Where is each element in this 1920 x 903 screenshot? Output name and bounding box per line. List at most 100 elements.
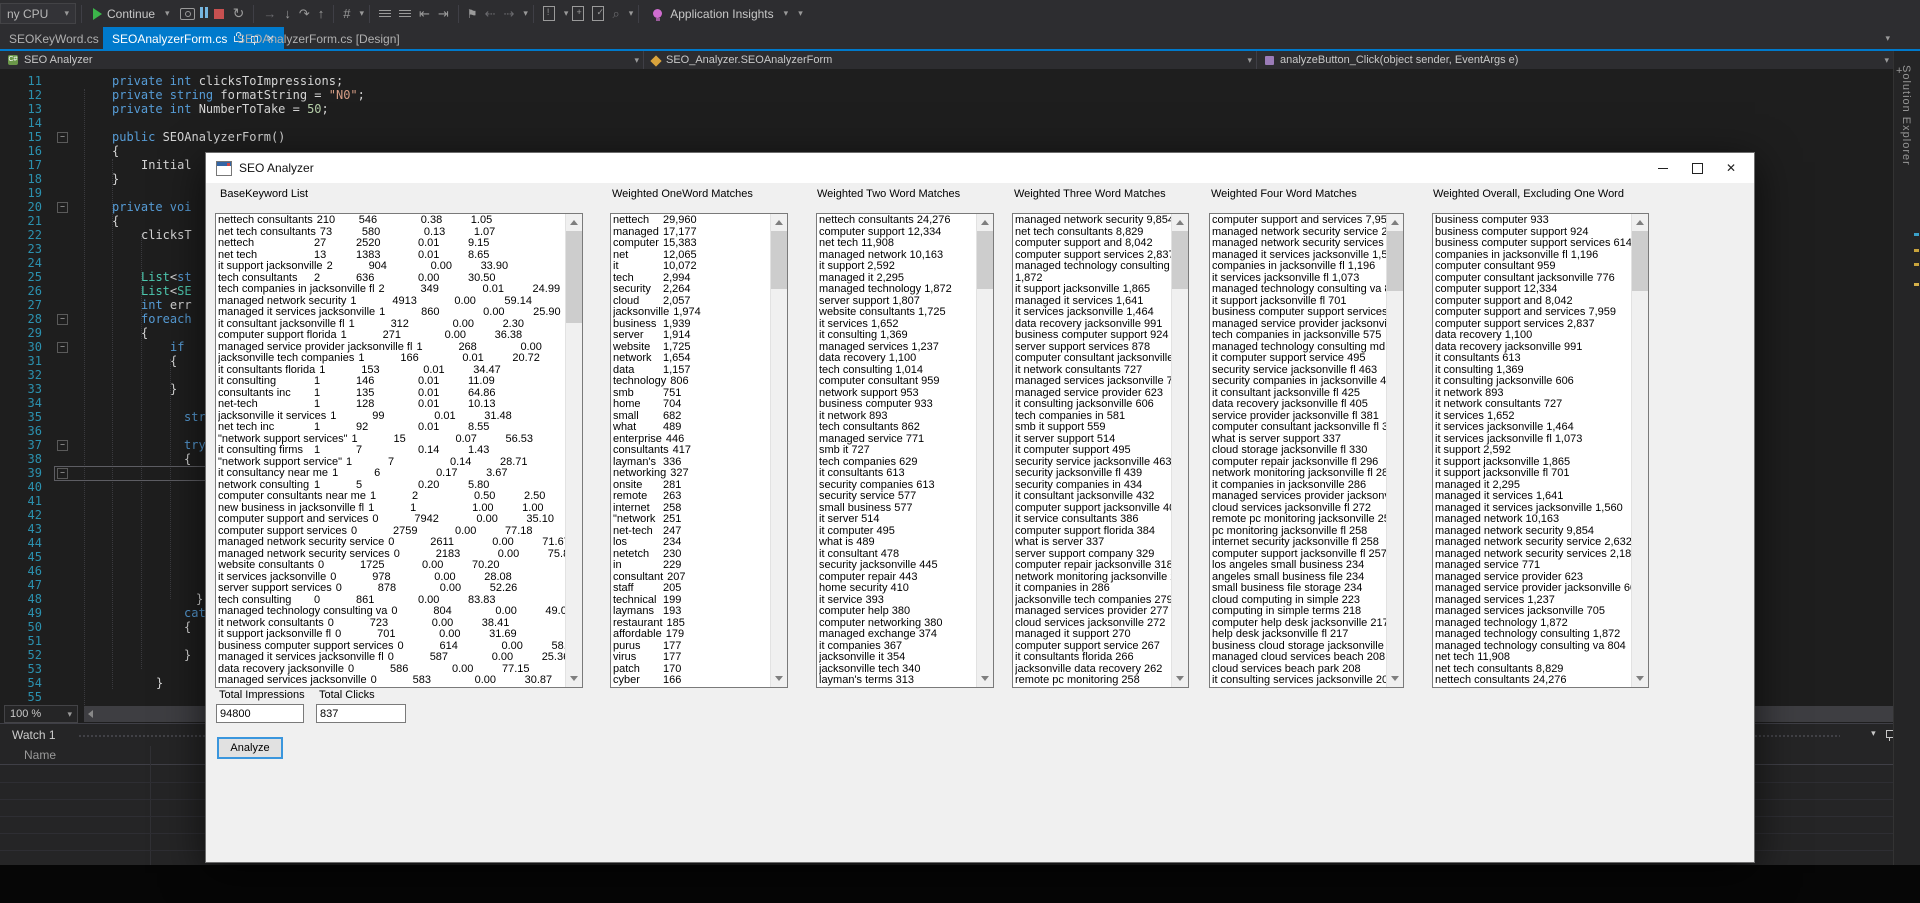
list-item[interactable]: staff 205 (613, 582, 770, 595)
prev-bookmark-icon[interactable]: ⇠ (485, 7, 496, 20)
diagnostics-icon[interactable]: # (343, 7, 350, 20)
list-item[interactable]: managed network 10,163 (1435, 513, 1631, 526)
list-item[interactable]: managed technology 1,872 (819, 283, 976, 296)
list-item[interactable]: managed exchange 374 (819, 628, 976, 641)
list-item[interactable]: managed it services jacksonville 1 860 0.00… (218, 306, 565, 319)
scroll-down-icon[interactable] (1176, 676, 1184, 681)
vertical-scrollbar[interactable] (770, 214, 787, 687)
stop-debugging-icon[interactable] (213, 8, 224, 19)
total-clicks-input[interactable] (316, 704, 406, 723)
list-item[interactable]: it services jacksonville 1,464 (1015, 306, 1171, 319)
line-number[interactable]: 44 (0, 536, 42, 550)
scroll-up-icon[interactable] (570, 220, 578, 225)
list-item[interactable]: what is server 337 (1015, 536, 1171, 549)
list-item[interactable]: nettech consultants 24,276 (819, 215, 976, 227)
list-item[interactable]: managed service 771 (1435, 559, 1631, 572)
list-item[interactable]: consultants inc 1 135 0.01 64.86 (218, 387, 565, 400)
total-impressions-input[interactable] (216, 704, 304, 723)
line-number[interactable]: 53 (0, 662, 42, 676)
analyze-button[interactable]: Analyze (217, 737, 283, 759)
list-item[interactable]: net tech 11,908 (819, 237, 976, 250)
list-item[interactable]: net-tech 247 (613, 525, 770, 538)
list-item[interactable]: cyber 166 (613, 674, 770, 687)
line-number[interactable]: 16 (0, 144, 42, 158)
scroll-up-icon[interactable] (1391, 220, 1399, 225)
platform-combo[interactable]: ny CPU ▾ (0, 3, 76, 24)
list-item[interactable]: tech companies in jacksonville fl 2 349 0.0… (218, 283, 565, 296)
window-title-bar[interactable]: SEO Analyzer ✕ (206, 153, 1754, 183)
line-number[interactable]: 54 (0, 676, 42, 690)
list-item[interactable]: business computer 933 (1435, 215, 1631, 227)
bookmark-icon[interactable]: ⚑ (467, 7, 478, 21)
list-item[interactable]: it consultants 613 (819, 467, 976, 480)
list-item[interactable]: managed it services 1,641 (1435, 490, 1631, 503)
list-item[interactable]: server support05770.0070.24 (218, 686, 565, 687)
line-number[interactable]: 42 (0, 508, 42, 522)
fold-marker-icon[interactable]: − (57, 468, 68, 479)
list-item[interactable]: it service consultants 386 (1015, 513, 1171, 526)
list-item[interactable]: website consultants 0 1725 0.00 70.20 (218, 559, 565, 572)
step-over-icon[interactable]: ↷ (299, 7, 310, 20)
list-item[interactable]: affordable 179 (613, 628, 770, 641)
list-item[interactable]: nettech 27 2520 0.01 9.15 (218, 237, 565, 250)
list-item[interactable]: data recovery 1,100 (819, 352, 976, 365)
next-bookmark-icon[interactable]: ⇢ (503, 7, 514, 20)
line-number[interactable]: 47 (0, 578, 42, 592)
list-item[interactable]: computer consultant jacksonville 776 (1015, 352, 1171, 365)
line-number[interactable]: 17 (0, 158, 42, 172)
maximize-button[interactable] (1680, 157, 1714, 179)
line-number[interactable]: 50 (0, 620, 42, 634)
vertical-scrollbar[interactable] (1171, 214, 1188, 687)
list-item[interactable]: managed network security service 0 2611 0.0… (218, 536, 565, 549)
scroll-down-icon[interactable] (570, 676, 578, 681)
scroll-up-icon[interactable] (1636, 220, 1644, 225)
list-item[interactable]: server 1,914 (613, 329, 770, 342)
list-item[interactable]: computer help 380 (819, 605, 976, 618)
application-insights-button[interactable]: Application Insights ▾ ▾ (644, 3, 808, 25)
list-item[interactable]: managed technology consulting (1015, 260, 1171, 273)
list-item[interactable]: computer support 12,334 (1435, 283, 1631, 296)
list-item[interactable]: it support jacksonville fl 0 701 0.00 31.69 (218, 628, 565, 641)
list-item[interactable]: network 1,654 (613, 352, 770, 365)
fold-marker-icon[interactable]: − (57, 342, 68, 353)
step-out-icon[interactable]: ↑ (318, 7, 325, 20)
list-item[interactable]: it consultant jacksonville 432 (1015, 490, 1171, 503)
list-item[interactable]: nettech consultants 24,276 (1435, 674, 1631, 687)
scrollbar-thumb[interactable] (977, 231, 993, 289)
line-number[interactable]: 45 (0, 550, 42, 564)
list-item[interactable]: computer consultant 959 (819, 375, 976, 388)
list-item[interactable]: in 229 (613, 559, 770, 572)
list-item[interactable]: website consultants 1,725 (819, 306, 976, 319)
list-item[interactable]: "network 251 (613, 513, 770, 526)
fold-marker-icon[interactable]: − (57, 440, 68, 451)
scrollbar-thumb[interactable] (771, 231, 787, 289)
list-item[interactable]: computer support and services 7,959 (1212, 215, 1386, 227)
line-number[interactable]: 52 (0, 648, 42, 662)
list-item[interactable]: it consulting firms 1 7 0.14 1.43 (218, 444, 565, 457)
list-item[interactable]: net tech consultants 73 580 0.13 1.07 (218, 226, 565, 239)
list-item[interactable]: it consultants 613 (1435, 352, 1631, 365)
step-into-icon[interactable]: ↓ (284, 7, 291, 20)
vertical-scrollbar[interactable] (976, 214, 993, 687)
code-line[interactable]: 13 private int NumberToTake = 50; (0, 102, 1893, 116)
list-item[interactable]: managed service provider jacksonville 60… (1435, 582, 1631, 595)
line-number[interactable]: 14 (0, 116, 42, 130)
scrollbar-thumb[interactable] (1172, 231, 1188, 289)
list-item[interactable]: what is 489 (819, 536, 976, 549)
list-item[interactable]: managed technology consulting va 804 (1212, 283, 1386, 296)
scroll-down-icon[interactable] (1636, 676, 1644, 681)
scroll-up-icon[interactable] (981, 220, 989, 225)
list-item[interactable]: net tech inc 1 92 0.01 8.55 (218, 421, 565, 434)
fold-marker-icon[interactable]: − (57, 314, 68, 325)
list-item[interactable]: consultant 207 (613, 571, 770, 584)
vertical-scrollbar[interactable] (1631, 214, 1648, 687)
vertical-scrollbar[interactable] (565, 214, 582, 687)
line-number[interactable]: 55 (0, 690, 42, 704)
list-item[interactable]: networking 327 (613, 467, 770, 480)
list-item[interactable]: jacksonville it 354 (819, 651, 976, 664)
line-number[interactable]: 35 (0, 410, 42, 424)
list-item[interactable]: it support 2,592 (1435, 444, 1631, 457)
list-item[interactable]: security jacksonville fl 439 (1015, 467, 1171, 480)
scroll-down-icon[interactable] (775, 676, 783, 681)
fold-marker-icon[interactable]: − (57, 202, 68, 213)
